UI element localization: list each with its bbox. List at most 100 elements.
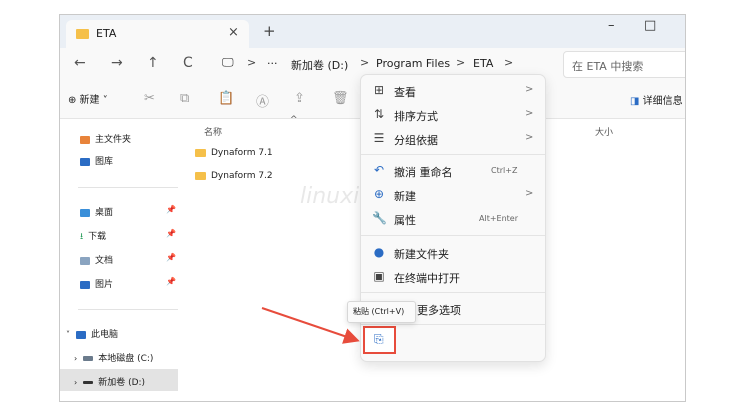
search-placeholder: 在 ETA 中搜索 bbox=[572, 60, 644, 73]
menu-item-properties[interactable]: 🔧 属性 Alt+Enter bbox=[361, 207, 545, 231]
menu-item-new-folder[interactable]: ● 新建文件夹 bbox=[361, 241, 545, 265]
group-icon: ☰ bbox=[373, 131, 385, 145]
sidebar-item-gallery[interactable]: 图库 bbox=[80, 154, 113, 167]
menu-item-group[interactable]: ☰ 分组依据 > bbox=[361, 127, 545, 151]
pin-icon[interactable]: 📌 bbox=[166, 253, 176, 262]
menu-label: 查看 bbox=[394, 86, 416, 99]
share-icon[interactable]: ⇪ bbox=[294, 91, 305, 106]
folder-icon bbox=[76, 29, 89, 39]
folder-icon bbox=[195, 148, 206, 157]
rename-icon[interactable]: Ⓐ bbox=[256, 91, 269, 110]
menu-item-view[interactable]: ⊞ 查看 > bbox=[361, 79, 545, 103]
pin-icon[interactable]: 📌 bbox=[166, 229, 176, 238]
sidebar-label: 下载 bbox=[88, 232, 107, 242]
paste-icon: ⎘ bbox=[374, 332, 384, 346]
menu-label: 分组依据 bbox=[394, 134, 438, 147]
chevron-down-icon: ˅ bbox=[66, 330, 70, 339]
sidebar-divider bbox=[78, 309, 178, 310]
menu-label: 撤消 重命名 bbox=[394, 166, 453, 179]
sidebar-label: 主文件夹 bbox=[95, 135, 132, 145]
chevron-right-icon: > bbox=[360, 56, 370, 69]
chevron-right-icon: › bbox=[74, 378, 78, 387]
tab-eta[interactable]: ETA × bbox=[66, 20, 249, 48]
menu-divider bbox=[361, 235, 545, 236]
menu-divider bbox=[361, 292, 545, 293]
menu-item-new[interactable]: ⊕ 新建 > bbox=[361, 183, 545, 207]
sidebar-item-downloads[interactable]: ⭳ 下载 bbox=[80, 229, 106, 245]
menu-shortcut: Alt+Enter bbox=[479, 214, 519, 223]
file-name: Dynaform 7.2 bbox=[211, 171, 273, 181]
up-button[interactable]: ↑ bbox=[147, 55, 159, 71]
back-button[interactable]: ← bbox=[74, 55, 86, 71]
menu-label: 排序方式 bbox=[394, 110, 438, 123]
chevron-right-icon: > bbox=[525, 84, 534, 95]
breadcrumb-ellipsis[interactable]: ··· bbox=[267, 57, 278, 70]
sidebar-item-home[interactable]: 主文件夹 bbox=[80, 132, 131, 145]
title-bar: ETA × + – □ bbox=[60, 15, 685, 48]
drive-icon bbox=[83, 356, 94, 361]
paste-button-highlight[interactable]: ⎘ bbox=[363, 326, 396, 354]
details-button[interactable]: ◨ 详细信息 bbox=[630, 92, 683, 107]
sort-icon: ⇅ bbox=[373, 107, 385, 121]
menu-item-terminal[interactable]: ▣ 在终端中打开 bbox=[361, 265, 545, 289]
sidebar-divider bbox=[78, 187, 178, 188]
home-icon bbox=[80, 135, 90, 144]
sidebar-label: 本地磁盘 (C:) bbox=[98, 354, 154, 364]
new-icon: ⊕ bbox=[373, 187, 385, 201]
paste-icon[interactable]: 📋 bbox=[218, 91, 234, 106]
sidebar-item-new-volume[interactable]: › 新加卷 (D:) bbox=[74, 375, 145, 388]
menu-item-undo[interactable]: ↶ 撤消 重命名 Ctrl+Z bbox=[361, 159, 545, 183]
monitor-icon: 🖵 bbox=[222, 55, 234, 69]
new-tab-button[interactable]: + bbox=[263, 22, 276, 40]
maximize-button[interactable]: □ bbox=[644, 18, 656, 33]
document-icon bbox=[80, 256, 90, 265]
chevron-right-icon: › bbox=[74, 354, 78, 363]
view-icon: ⊞ bbox=[373, 83, 385, 97]
properties-icon: 🔧 bbox=[372, 211, 387, 225]
new-button[interactable]: ⊕ 新建 ˅ bbox=[68, 91, 108, 106]
gallery-icon bbox=[80, 157, 90, 166]
folder-icon bbox=[195, 171, 206, 180]
sidebar-item-local-disk[interactable]: › 本地磁盘 (C:) bbox=[74, 351, 153, 364]
sidebar-label: 桌面 bbox=[95, 208, 114, 218]
cut-icon[interactable]: ✂ bbox=[144, 91, 155, 106]
column-header-name[interactable]: 名称 bbox=[204, 125, 222, 138]
tab-close-icon[interactable]: × bbox=[228, 25, 239, 40]
search-input[interactable]: 在 ETA 中搜索 bbox=[563, 51, 685, 78]
chevron-right-icon: > bbox=[525, 108, 534, 119]
forward-button[interactable]: → bbox=[111, 55, 123, 71]
sidebar-label: 新加卷 (D:) bbox=[98, 378, 146, 388]
breadcrumb-eta[interactable]: ETA bbox=[473, 57, 493, 70]
chevron-right-icon: > bbox=[247, 56, 257, 69]
menu-shortcut: Ctrl+Z bbox=[491, 166, 518, 175]
new-folder-icon: ● bbox=[373, 245, 385, 259]
details-pane-icon: ◨ bbox=[630, 96, 643, 107]
menu-item-sort[interactable]: ⇅ 排序方式 > bbox=[361, 103, 545, 127]
paste-tooltip: 粘贴 (Ctrl+V) bbox=[347, 301, 416, 323]
sidebar-item-pictures[interactable]: 图片 bbox=[80, 277, 113, 290]
minimize-button[interactable]: – bbox=[608, 18, 615, 33]
sidebar-label: 图片 bbox=[95, 280, 114, 290]
refresh-button[interactable]: C bbox=[183, 55, 193, 71]
delete-icon[interactable]: 🗑 bbox=[332, 91, 349, 106]
breadcrumb-drive-d[interactable]: 新加卷 (D:) bbox=[291, 57, 348, 73]
sidebar-label: 文档 bbox=[95, 256, 114, 266]
sidebar-label: 图库 bbox=[95, 157, 114, 167]
terminal-icon: ▣ bbox=[373, 269, 385, 283]
list-item[interactable]: Dynaform 7.2 bbox=[195, 171, 273, 181]
sidebar-item-desktop[interactable]: 桌面 bbox=[80, 205, 113, 218]
sidebar-item-this-pc[interactable]: ˅ 此电脑 bbox=[66, 327, 118, 340]
breadcrumb-program-files[interactable]: Program Files bbox=[376, 57, 450, 70]
chevron-right-icon: > bbox=[525, 188, 534, 199]
pin-icon[interactable]: 📌 bbox=[166, 205, 176, 214]
tab-title: ETA bbox=[96, 27, 117, 40]
pictures-icon bbox=[80, 280, 90, 289]
column-header-size[interactable]: 大小 bbox=[595, 125, 613, 138]
menu-divider bbox=[361, 154, 545, 155]
menu-label: 属性 bbox=[394, 214, 416, 227]
sort-arrow-icon: ^ bbox=[290, 115, 298, 125]
sidebar-item-documents[interactable]: 文档 bbox=[80, 253, 113, 266]
copy-icon[interactable]: ⧉ bbox=[180, 91, 189, 106]
pin-icon[interactable]: 📌 bbox=[166, 277, 176, 286]
list-item[interactable]: Dynaform 7.1 bbox=[195, 148, 273, 158]
